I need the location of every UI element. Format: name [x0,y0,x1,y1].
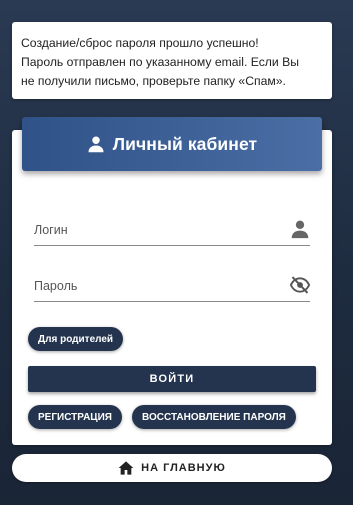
user-icon [87,135,105,153]
login-button[interactable]: ВОЙТИ [28,366,316,392]
notice-line-2: Пароль отправлен по указанному email. Ес… [21,55,299,69]
login-input[interactable] [34,216,279,244]
register-button[interactable]: РЕГИСТРАЦИЯ [28,405,122,429]
login-card: Личный кабинет Для родителей ВОЙТИ РЕГИС… [12,117,332,445]
home-button[interactable]: НА ГЛАВНУЮ [12,454,332,482]
parents-button[interactable]: Для родителей [28,327,124,351]
success-notice: Создание/сброс пароля прошло успешно! Па… [12,22,332,99]
home-label: НА ГЛАВНУЮ [141,462,226,474]
restore-password-button[interactable]: ВОССТАНОВЛЕНИЕ ПАРОЛЯ [132,405,296,429]
password-input[interactable] [34,272,279,300]
home-icon [118,460,134,476]
page-title: Личный кабинет [112,133,258,154]
password-field [34,272,310,302]
card-header: Личный кабинет [22,117,322,171]
notice-line-1: Создание/сброс пароля прошло успешно! [21,36,259,50]
eye-off-icon[interactable] [290,275,310,295]
user-icon [290,219,310,239]
notice-line-3: не получили письмо, проверьте папку «Спа… [21,74,286,88]
login-field [34,216,310,246]
